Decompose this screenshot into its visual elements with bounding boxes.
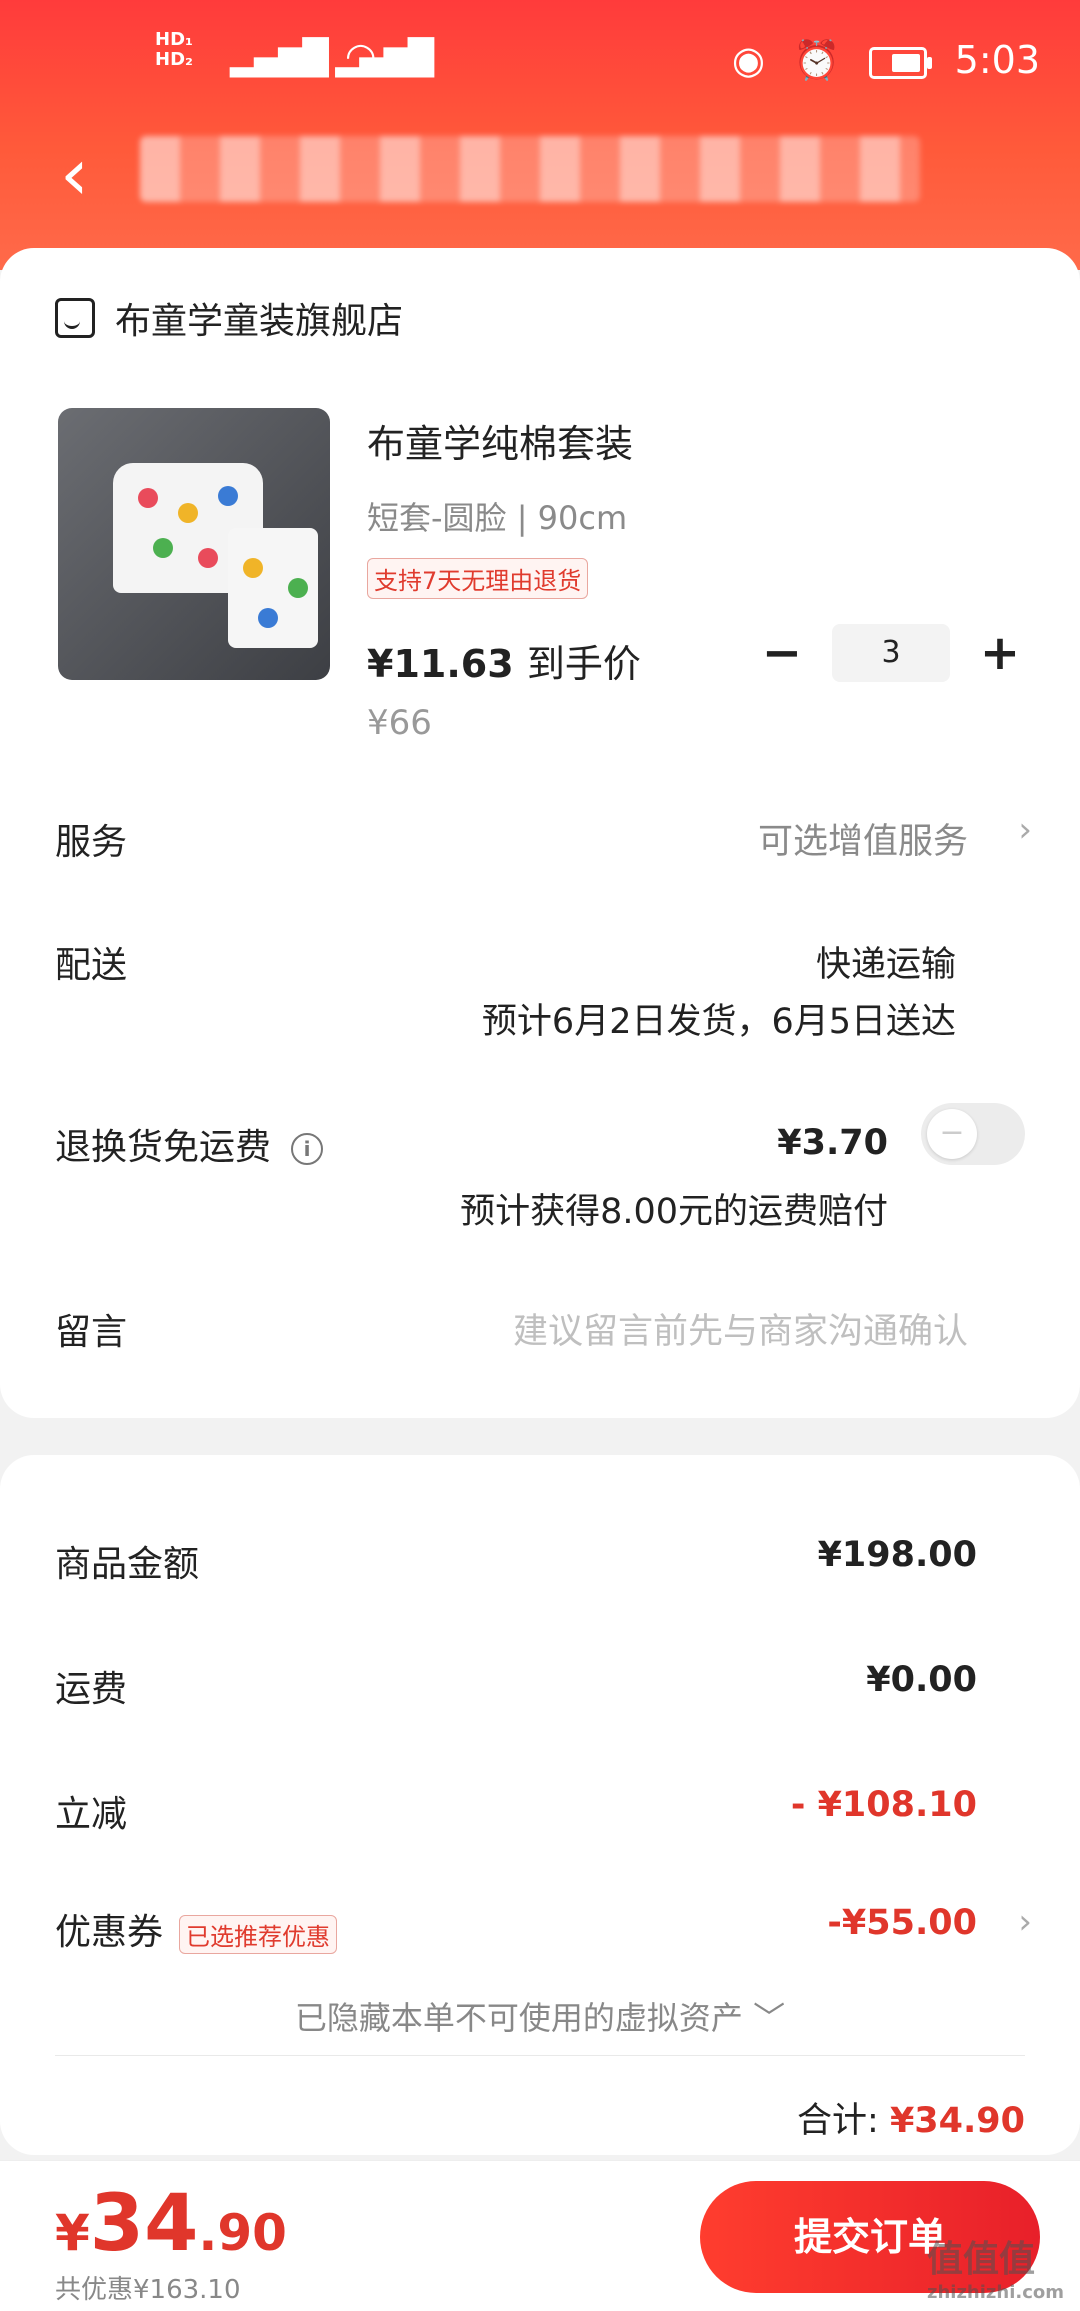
plus-button[interactable]: + [970, 623, 1030, 683]
saved-amount: 共优惠¥163.10 [55, 2275, 241, 2305]
quantity-stepper: − 3 + [752, 623, 1030, 683]
coupon-row[interactable]: 优惠券 已选推荐优惠 [55, 1903, 338, 1955]
service-label: 服务 [55, 822, 128, 863]
hidden-assets-text: 已隐藏本单不可使用的虚拟资产 [294, 1999, 743, 2037]
total-label: 合计: [797, 2101, 879, 2141]
nav-bar: ‹ [0, 120, 1080, 230]
total-value: ¥34.90 [889, 2101, 1025, 2141]
discount-value: - ¥108.10 [790, 1785, 977, 1825]
chevron-down-icon: ﹀ [753, 1999, 786, 2037]
coupon-label: 优惠券 [55, 1912, 164, 1953]
return-badge: 支持7天无理由退货 [367, 558, 589, 599]
status-time: 5:03 [954, 38, 1040, 82]
delivery-eta: 预计6月2日发货，6月5日送达 [481, 1002, 956, 1042]
service-value[interactable]: 可选增值服务 [758, 813, 968, 864]
signal-icon: ▂▄▆█ ▂▄▆█ [230, 38, 434, 78]
product-title: 布童学纯棉套装 [367, 422, 634, 466]
pay-currency: ¥ [55, 2204, 90, 2262]
product-image[interactable] [58, 408, 330, 680]
message-label: 留言 [55, 1312, 128, 1353]
shop-icon [55, 298, 95, 338]
toggle-knob: − [927, 1109, 977, 1159]
chevron-right-icon[interactable]: › [1018, 810, 1032, 850]
return-shipping-note: 预计获得8.00元的运费赔付 [460, 1192, 888, 1232]
shop-row[interactable]: 布童学童装旗舰店 [55, 288, 403, 348]
product-price: ¥11.63 到手价 [367, 633, 641, 688]
chevron-right-icon[interactable]: › [1018, 1902, 1032, 1942]
shop-name: 布童学童装旗舰店 [115, 301, 404, 342]
goods-amount-label: 商品金额 [55, 1544, 200, 1585]
price-tag: 到手价 [526, 642, 641, 686]
delivery-label: 配送 [55, 945, 128, 986]
back-icon[interactable]: ‹ [60, 132, 89, 216]
discount-label: 立减 [55, 1794, 128, 1835]
total-line: 合计: ¥34.90 [797, 2092, 1025, 2143]
alarm-icon: ⏰ [793, 38, 841, 82]
return-shipping-text: 退换货免运费 [55, 1127, 272, 1168]
status-right: ◉ ⏰ 5:03 [716, 38, 1040, 83]
divider [55, 2055, 1025, 2056]
return-shipping-label: 退换货免运费 i [55, 1118, 324, 1170]
price-value: ¥11.63 [367, 642, 514, 686]
battery-icon [868, 46, 932, 79]
delivery-method: 快递运输 [815, 945, 956, 985]
order-card: 布童学童装旗舰店 布童学纯棉套装 短套-圆脸 | 90cm 支持7天无理由退货 … [0, 248, 1080, 1418]
product-spec: 短套-圆脸 | 90cm [367, 499, 628, 537]
goods-amount-value: ¥198.00 [817, 1535, 977, 1575]
pay-price: ¥34.90 [55, 2179, 287, 2269]
watermark-main: 值值值 [926, 2239, 1035, 2280]
status-bar: HD₁ HD₂ ▂▄▆█ ▂▄▆█ ◠ ◉ ⏰ 5:03 [0, 0, 1080, 120]
pay-int: 34 [89, 2179, 199, 2269]
watermark-sub: zhizhizhi.com [926, 2282, 1064, 2303]
coupon-value[interactable]: -¥55.00 [827, 1903, 977, 1943]
shipping-fee-label: 运费 [55, 1669, 128, 1710]
wifi-icon: ◠ [345, 36, 377, 77]
pay-dec: .90 [198, 2204, 287, 2262]
return-shipping-price: ¥3.70 [777, 1123, 888, 1163]
eye-icon: ◉ [731, 38, 766, 82]
header: HD₁ HD₂ ▂▄▆█ ▂▄▆█ ◠ ◉ ⏰ 5:03 ‹ [0, 0, 1080, 270]
footer-bar: ¥34.90 共优惠¥163.10 提交订单 值值值 zhizhizhi.com [0, 2160, 1080, 2311]
shipping-fee-value: ¥0.00 [866, 1660, 977, 1700]
minus-button[interactable]: − [752, 623, 812, 683]
info-icon[interactable]: i [291, 1133, 324, 1165]
coupon-badge: 已选推荐优惠 [179, 1914, 338, 1954]
original-price: ¥66 [367, 703, 432, 743]
return-shipping-toggle[interactable]: − [921, 1103, 1025, 1165]
blurred-title [140, 136, 920, 202]
hd-indicator: HD₁ HD₂ [155, 29, 193, 70]
quantity-input[interactable]: 3 [832, 624, 950, 682]
message-input[interactable]: 建议留言前先与商家沟通确认 [513, 1303, 968, 1354]
watermark: 值值值 zhizhizhi.com [927, 2230, 1064, 2303]
hidden-assets-toggle[interactable]: 已隐藏本单不可使用的虚拟资产 ﹀ [0, 1993, 1080, 2039]
